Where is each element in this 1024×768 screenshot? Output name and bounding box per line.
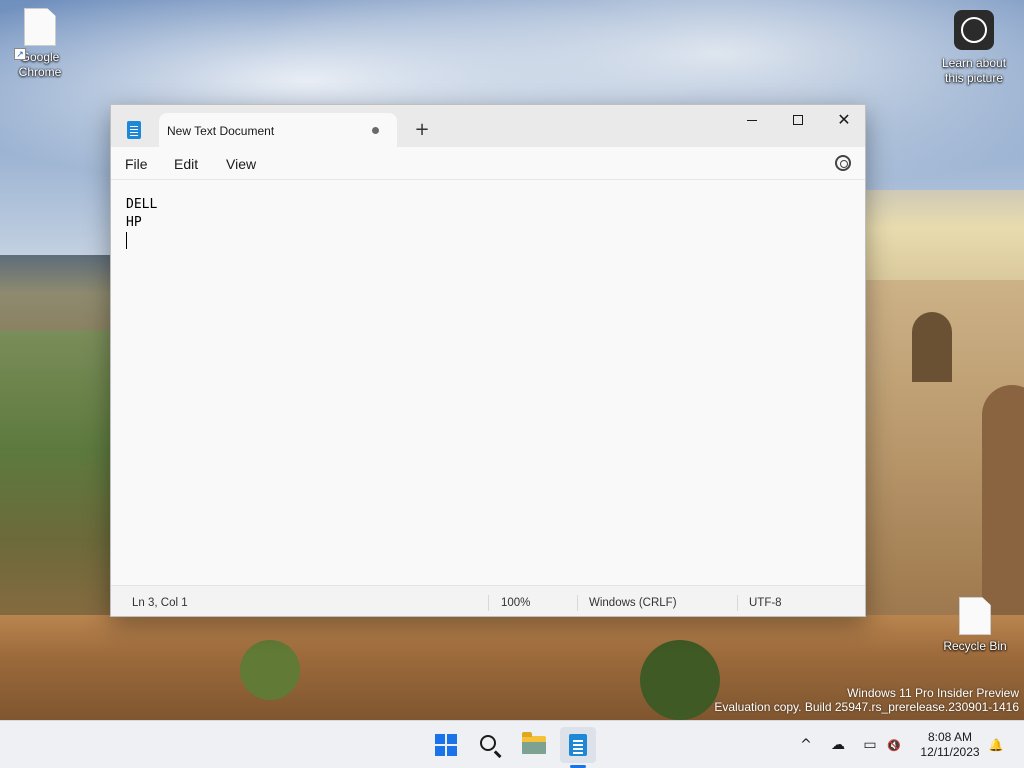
windows-logo-icon <box>435 734 457 756</box>
clock[interactable]: 8:08 AM 12/11/2023 <box>912 730 988 760</box>
cursor-position: Ln 3, Col 1 <box>132 597 188 609</box>
menu-file[interactable]: File <box>125 156 148 172</box>
title-bar[interactable]: New Text Document + ✕ <box>111 105 865 147</box>
status-divider <box>488 595 489 611</box>
line-ending: Windows (CRLF) <box>589 597 677 609</box>
desktop-icon-recycle-bin[interactable]: Recycle Bin <box>935 597 1015 654</box>
show-hidden-icons-button[interactable]: ^ <box>796 735 816 755</box>
network-button[interactable]: ▭ <box>860 735 880 755</box>
notepad-taskbar-button[interactable] <box>560 727 596 763</box>
gear-icon[interactable] <box>835 155 851 171</box>
chevron-up-icon: ^ <box>800 737 812 753</box>
clock-date: 12/11/2023 <box>920 745 980 759</box>
recycle-bin-icon <box>959 597 991 635</box>
bell-icon: 🔔 <box>988 738 1004 752</box>
volume-button[interactable]: 🔇 <box>884 735 904 755</box>
cloud-offline-icon: ☁ <box>831 737 845 753</box>
tab-new-text-document[interactable]: New Text Document <box>159 113 397 147</box>
wallpaper-bush <box>640 640 720 720</box>
desktop-icon-learn-about-picture[interactable]: Learn about this picture <box>934 10 1014 86</box>
maximize-button[interactable] <box>775 105 821 135</box>
status-divider <box>577 595 578 611</box>
desktop-icon-label: this picture <box>944 71 1004 85</box>
menu-bar: File Edit View <box>111 147 865 180</box>
minimize-icon <box>747 119 757 121</box>
desktop-icon-label: Recycle Bin <box>943 639 1007 653</box>
minimize-button[interactable] <box>729 105 775 135</box>
zoom-level: 100% <box>501 597 531 609</box>
wallpaper-town <box>866 190 1024 285</box>
clock-time: 8:08 AM <box>927 730 973 744</box>
text-editor[interactable]: DELL HP <box>111 180 865 585</box>
wallpaper-arch <box>982 385 1024 625</box>
file-icon <box>24 8 56 46</box>
desktop-icon-label: Chrome <box>18 65 62 79</box>
encoding: UTF-8 <box>749 597 782 609</box>
unsaved-indicator-icon[interactable] <box>372 127 379 134</box>
notifications-button[interactable]: 🔔 <box>986 735 1006 755</box>
notepad-icon <box>569 734 587 756</box>
volume-muted-icon: 🔇 <box>887 738 901 752</box>
taskbar: ^ ☁ ▭ 🔇 8:08 AM 12/11/2023 🔔 <box>0 720 1024 768</box>
close-icon: ✕ <box>837 110 851 129</box>
menu-edit[interactable]: Edit <box>174 156 198 172</box>
text-line: DELL <box>126 197 158 212</box>
start-button[interactable] <box>428 727 464 763</box>
network-icon: ▭ <box>863 737 877 753</box>
watermark-line: Evaluation copy. Build 25947.rs_prerelea… <box>714 700 1019 714</box>
tab-title: New Text Document <box>167 124 275 138</box>
shortcut-arrow-icon: ↗ <box>14 48 26 60</box>
menu-view[interactable]: View <box>226 156 256 172</box>
notepad-app-icon <box>127 121 141 139</box>
maximize-icon <box>793 115 803 125</box>
evaluation-watermark: Windows 11 Pro Insider Preview Evaluatio… <box>714 686 1019 714</box>
watermark-line: Windows 11 Pro Insider Preview <box>847 686 1019 700</box>
new-tab-button[interactable]: + <box>411 119 433 141</box>
close-button[interactable]: ✕ <box>821 105 867 135</box>
desktop-icon-label: Google <box>20 50 60 64</box>
folder-icon <box>522 732 546 754</box>
desktop-icon-label: Learn about <box>941 56 1007 70</box>
wallpaper-fields <box>0 330 120 630</box>
search-button[interactable] <box>472 727 508 763</box>
file-explorer-button[interactable] <box>516 727 552 763</box>
text-caret <box>126 232 127 249</box>
wallpaper-arch <box>912 312 952 382</box>
desktop-icon-google-chrome[interactable]: ↗ Google Chrome <box>0 8 80 80</box>
learn-picture-icon <box>954 10 994 50</box>
status-divider <box>737 595 738 611</box>
wallpaper-bush <box>240 640 300 700</box>
status-bar: Ln 3, Col 1 100% Windows (CRLF) UTF-8 <box>111 585 865 616</box>
text-line: HP <box>126 215 142 230</box>
onedrive-button[interactable]: ☁ <box>828 735 848 755</box>
search-icon <box>480 735 496 751</box>
notepad-window: New Text Document + ✕ File Edit View DEL… <box>110 104 866 617</box>
